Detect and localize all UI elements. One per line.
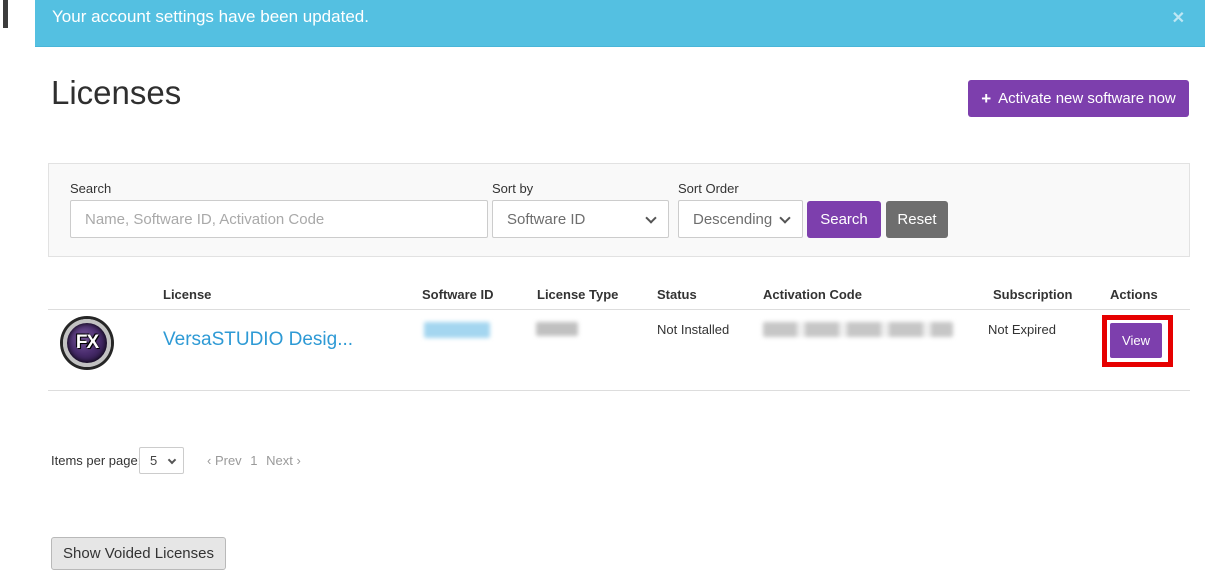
- sort-order-select[interactable]: Descending: [678, 200, 803, 238]
- fx-product-logo-icon: FX: [63, 319, 111, 367]
- software-id-redacted: [424, 322, 490, 338]
- next-page-link[interactable]: Next ›: [266, 453, 301, 468]
- notification-banner: Your account settings have been updated.…: [35, 0, 1205, 47]
- sort-order-label: Sort Order: [678, 181, 739, 196]
- chevron-down-icon: [645, 212, 656, 223]
- sort-by-select[interactable]: Software ID: [492, 200, 669, 238]
- table-row-divider: [48, 390, 1190, 391]
- filter-panel: Search Sort by Software ID Sort Order De…: [48, 163, 1190, 257]
- items-per-page-select[interactable]: 5: [139, 447, 184, 474]
- status-value: Not Installed: [657, 322, 729, 337]
- items-per-page-value: 5: [150, 453, 157, 468]
- column-header-activation-code: Activation Code: [763, 287, 862, 302]
- current-page-number[interactable]: 1: [250, 453, 257, 468]
- chevron-down-icon: [779, 212, 790, 223]
- licenses-page: Your account settings have been updated.…: [0, 0, 1217, 586]
- activation-code-redacted: [763, 322, 953, 337]
- column-header-actions: Actions: [1110, 287, 1158, 302]
- column-header-subscription: Subscription: [993, 287, 1072, 302]
- page-title: Licenses: [51, 74, 181, 112]
- reset-button[interactable]: Reset: [886, 201, 948, 238]
- chevron-down-icon: [168, 456, 176, 464]
- column-header-software-id: Software ID: [422, 287, 494, 302]
- subscription-value: Not Expired: [988, 322, 1056, 337]
- license-type-redacted: [536, 322, 578, 336]
- column-header-status: Status: [657, 287, 697, 302]
- column-header-license: License: [163, 287, 211, 302]
- window-edge-artifact: [3, 0, 8, 28]
- view-button[interactable]: View: [1110, 323, 1162, 358]
- sort-by-value: Software ID: [507, 211, 585, 228]
- close-icon[interactable]: ✕: [1172, 8, 1185, 28]
- table-header-divider: [48, 309, 1190, 310]
- search-input[interactable]: [70, 200, 488, 238]
- plus-icon: +: [981, 89, 991, 109]
- banner-message: Your account settings have been updated.: [52, 7, 369, 27]
- activate-new-software-button[interactable]: + Activate new software now: [968, 80, 1189, 117]
- pagination: ‹ Prev 1 Next ›: [207, 453, 306, 468]
- search-label: Search: [70, 181, 111, 196]
- column-header-license-type: License Type: [537, 287, 618, 302]
- sort-order-value: Descending: [693, 211, 772, 228]
- prev-page-link[interactable]: ‹ Prev: [207, 453, 242, 468]
- fx-logo-text: FX: [76, 332, 98, 354]
- show-voided-licenses-button[interactable]: Show Voided Licenses: [51, 537, 226, 570]
- activate-button-label: Activate new software now: [998, 90, 1176, 107]
- sort-by-label: Sort by: [492, 181, 533, 196]
- license-name-link[interactable]: VersaSTUDIO Desig...: [163, 329, 353, 351]
- search-button[interactable]: Search: [807, 201, 881, 238]
- items-per-page-label: Items per page:: [51, 453, 141, 468]
